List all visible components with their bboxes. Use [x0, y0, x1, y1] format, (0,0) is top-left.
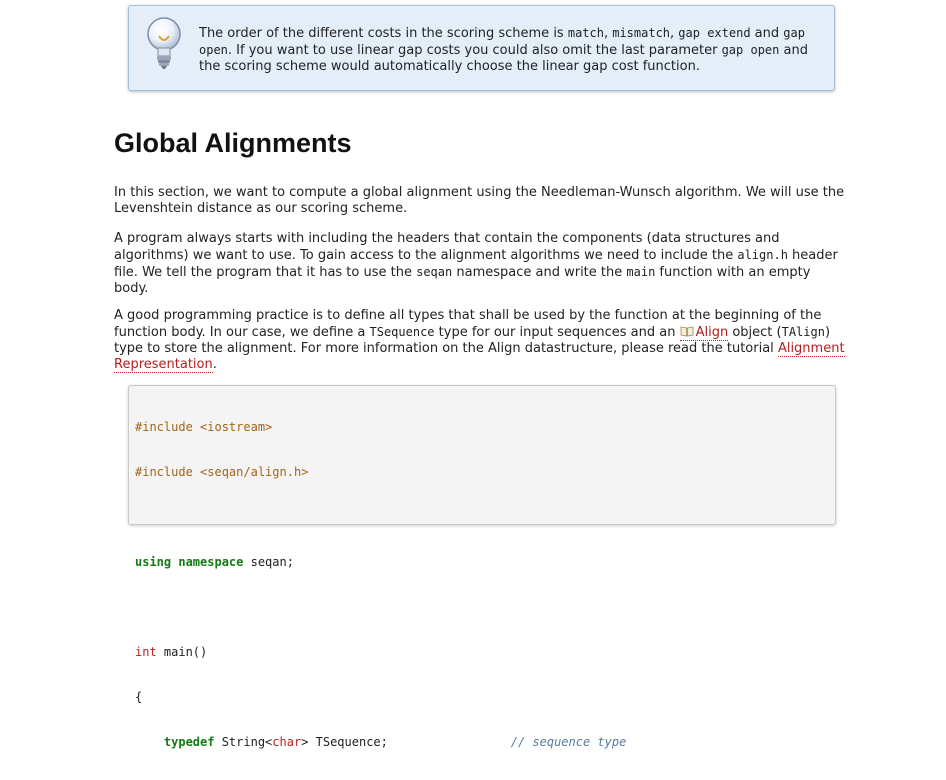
- align-link-label: Align: [695, 325, 729, 340]
- code-line: int main(): [135, 645, 626, 660]
- align-class-link[interactable]: Align: [679, 325, 729, 341]
- lightbulb-icon: [147, 17, 181, 69]
- inline-code-gap-open: gap open: [721, 43, 780, 57]
- tip-text-segment: and: [750, 26, 784, 41]
- code-line: typedef String<char> TSequence; // seque…: [135, 735, 626, 750]
- section-title: Global Alignments: [114, 128, 352, 158]
- code-line: using namespace seqan;: [135, 555, 626, 570]
- inline-code-tsequence: TSequence: [369, 325, 435, 339]
- code-type: int: [135, 645, 157, 659]
- code-line: {: [135, 690, 626, 705]
- inline-code-seqan: seqan: [416, 265, 453, 279]
- code-text: > TSequence;: [301, 735, 388, 749]
- code-text: String<: [214, 735, 273, 749]
- book-icon: [680, 326, 693, 337]
- inline-code-talign: TAlign: [781, 325, 825, 339]
- code-text: main(): [156, 645, 208, 659]
- code-comment: // sequence type: [510, 735, 627, 749]
- paragraph-intro: In this section, we want to compute a gl…: [114, 185, 845, 216]
- paragraph-text-segment: .: [212, 357, 217, 372]
- inline-code-gap-extend: gap extend: [678, 26, 751, 40]
- paragraph-types: A good programming practice is to define…: [114, 308, 846, 373]
- tip-text-segment: ,: [603, 26, 613, 41]
- code-type: char: [272, 735, 302, 749]
- inline-code-main: main: [626, 265, 656, 279]
- code-padding: [388, 735, 511, 749]
- code-line: #include <seqan/align.h>: [135, 465, 626, 480]
- paragraph-text-segment: type for our input sequences and an: [434, 325, 680, 340]
- code-lines: #include <iostream> #include <seqan/alig…: [135, 390, 626, 780]
- code-keyword: typedef: [163, 735, 215, 749]
- tip-text-segment: . If you want to use linear gap costs yo…: [227, 43, 722, 58]
- paragraph-headers: A program always starts with including t…: [114, 231, 846, 297]
- paragraph-text-segment: namespace and write the: [452, 265, 627, 280]
- code-text: seqan;: [243, 555, 294, 569]
- tip-text: The order of the different costs in the …: [199, 25, 821, 75]
- tip-admonition: The order of the different costs in the …: [128, 5, 835, 91]
- code-text: {: [135, 690, 143, 704]
- code-include-align: #include <seqan/align.h>: [135, 465, 309, 479]
- code-include-iostream: #include <iostream>: [135, 420, 273, 434]
- paragraph-text-segment: object (: [728, 325, 782, 340]
- inline-code-mismatch: mismatch: [612, 26, 671, 40]
- paragraph-text-segment: A program always starts with including t…: [114, 231, 780, 263]
- inline-code-match: match: [567, 26, 604, 40]
- inline-code-align-h: align.h: [737, 248, 788, 262]
- code-line: #include <iostream>: [135, 420, 626, 435]
- code-block: #include <iostream> #include <seqan/alig…: [128, 385, 836, 749]
- tip-text-segment: The order of the different costs in the …: [199, 26, 568, 41]
- code-keyword: using namespace: [135, 555, 244, 569]
